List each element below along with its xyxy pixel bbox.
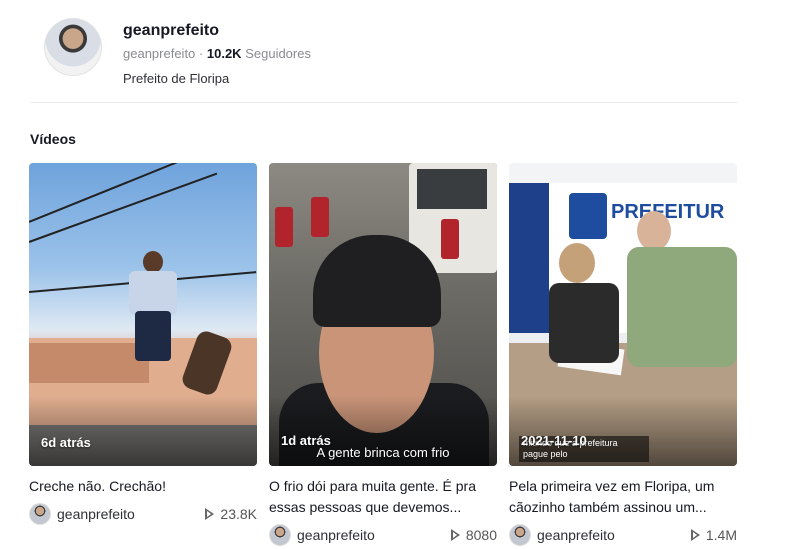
profile-name[interactable]: geanprefeito: [123, 22, 311, 40]
play-icon: [205, 508, 215, 520]
author-name: geanprefeito: [537, 527, 615, 543]
profile-header: geanprefeito geanprefeito · 10.2K Seguid…: [44, 18, 311, 86]
video-thumbnail[interactable]: 6d atrás: [29, 163, 257, 466]
video-thumbnail[interactable]: PREFEITUR mitindo que a prefeitura pague…: [509, 163, 737, 466]
video-author[interactable]: geanprefeito: [509, 524, 615, 546]
video-date: 6d atrás: [41, 435, 91, 450]
author-name: geanprefeito: [297, 527, 375, 543]
view-count: 23.8K: [220, 506, 257, 522]
author-name: geanprefeito: [57, 506, 135, 522]
section-title-videos: Vídeos: [30, 131, 76, 147]
person-vest: [311, 197, 329, 237]
person-figure: [125, 251, 181, 391]
author-avatar: [29, 503, 51, 525]
video-views: 8080: [450, 527, 497, 543]
video-date: 1d atrás: [281, 433, 331, 448]
play-icon: [450, 529, 460, 541]
banner-strip: [509, 183, 549, 333]
profile-subline: geanprefeito · 10.2K Seguidores: [123, 46, 311, 61]
video-author[interactable]: geanprefeito: [29, 503, 135, 525]
video-views: 23.8K: [205, 506, 257, 522]
video-card[interactable]: PREFEITUR mitindo que a prefeitura pague…: [509, 163, 737, 546]
followers-label: Seguidores: [245, 46, 311, 61]
profile-bio: Prefeito de Floripa: [123, 71, 230, 86]
author-avatar: [269, 524, 291, 546]
video-card[interactable]: 6d atrás Creche não. Crechão! geanprefei…: [29, 163, 257, 525]
video-card[interactable]: A gente brinca com frio 1d atrás O frio …: [269, 163, 497, 546]
author-avatar: [509, 524, 531, 546]
profile-avatar[interactable]: [44, 18, 102, 76]
bus-window: [417, 169, 487, 209]
profile-info: geanprefeito geanprefeito · 10.2K Seguid…: [123, 22, 311, 86]
video-thumbnail[interactable]: A gente brinca com frio 1d atrás: [269, 163, 497, 466]
video-description[interactable]: Creche não. Crechão!: [29, 476, 257, 497]
video-description[interactable]: Pela primeira vez em Floripa, um cãozinh…: [509, 476, 737, 518]
video-meta: geanprefeito 8080: [269, 524, 497, 546]
video-views: 1.4M: [690, 527, 737, 543]
video-author[interactable]: geanprefeito: [269, 524, 375, 546]
person-vest: [275, 207, 293, 247]
video-description[interactable]: O frio dói para muita gente. É pra essas…: [269, 476, 497, 518]
city-logo: [569, 193, 607, 239]
divider: [30, 102, 738, 103]
play-icon: [690, 529, 700, 541]
video-meta: geanprefeito 23.8K: [29, 503, 257, 525]
profile-handle: geanprefeito: [123, 46, 196, 61]
video-date: 2021-11-10: [521, 433, 587, 448]
person-vest: [441, 219, 459, 259]
separator-dot: ·: [198, 46, 204, 61]
thumbnail-shade: [29, 396, 257, 466]
followers-count: 10.2K: [206, 46, 242, 61]
view-count: 8080: [465, 527, 497, 543]
video-meta: geanprefeito 1.4M: [509, 524, 737, 546]
view-count: 1.4M: [705, 527, 737, 543]
person-figure: [549, 243, 619, 363]
